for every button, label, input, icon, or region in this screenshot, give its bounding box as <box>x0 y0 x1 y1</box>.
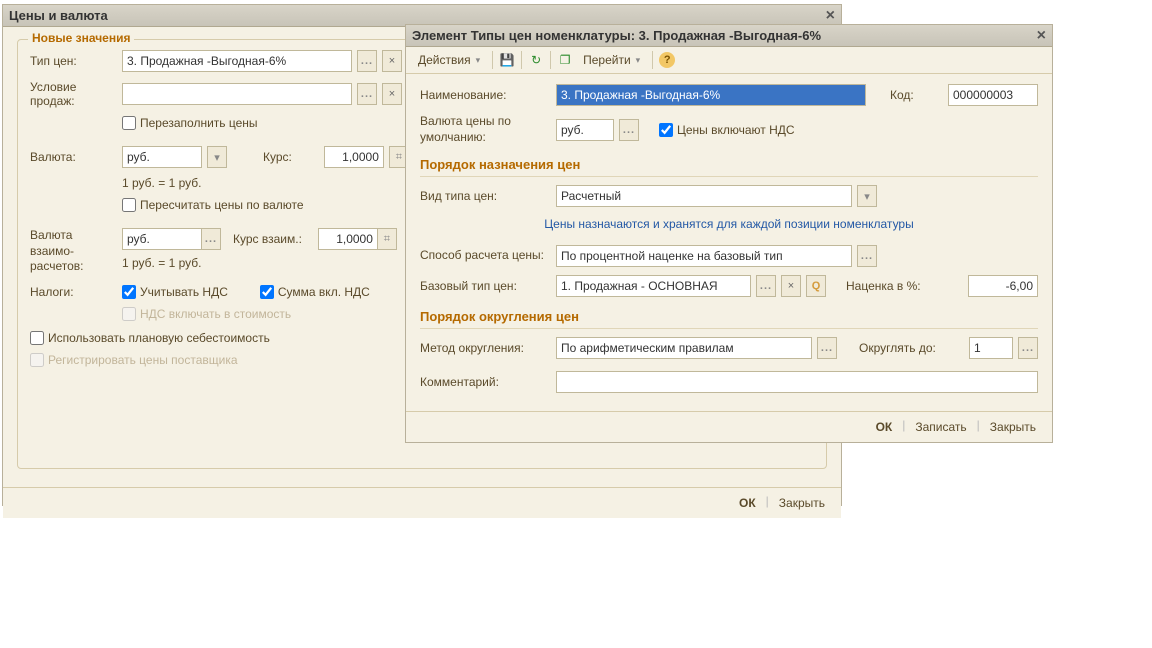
toolbar: Действия▾ 💾 ↻ ❐ Перейти▾ ? <box>406 47 1052 74</box>
rate-label: Курс: <box>263 150 292 164</box>
sale-cond-input[interactable] <box>122 83 352 105</box>
close-button[interactable]: Закрыть <box>773 494 831 512</box>
copy-icon[interactable]: ❐ <box>557 52 573 68</box>
price-type-titlebar: Элемент Типы цен номенклатуры: 3. Продаж… <box>406 25 1052 47</box>
calc-method-input[interactable] <box>556 245 852 267</box>
sum-incl-vat-checkbox[interactable]: Сумма вкл. НДС <box>260 285 370 299</box>
round-to-input[interactable] <box>969 337 1013 359</box>
markup-input[interactable] <box>968 275 1038 297</box>
calc-method-label: Способ расчета цены: <box>420 248 550 264</box>
code-label: Код: <box>890 88 914 102</box>
base-type-input[interactable] <box>556 275 751 297</box>
save-button[interactable]: Записать <box>909 418 972 436</box>
comment-input[interactable] <box>556 371 1038 393</box>
help-icon[interactable]: ? <box>659 52 675 68</box>
price-type-input[interactable] <box>122 50 352 72</box>
new-values-legend: Новые значения <box>28 31 134 45</box>
rate-input[interactable] <box>324 146 384 168</box>
settle-rate-input[interactable] <box>318 228 378 250</box>
currency-input[interactable] <box>122 146 202 168</box>
currency-dropdown-button[interactable] <box>207 146 227 168</box>
close-icon[interactable]: × <box>826 7 835 25</box>
rounding-header: Порядок округления цен <box>420 305 1038 329</box>
close-button[interactable]: Закрыть <box>984 418 1042 436</box>
prices-currency-title: Цены и валюта <box>9 8 108 23</box>
actions-menu[interactable]: Действия▾ <box>412 51 486 69</box>
price-kind-input[interactable] <box>556 185 852 207</box>
price-type-window-title: Элемент Типы цен номенклатуры: 3. Продаж… <box>412 28 821 43</box>
settle-currency-input[interactable] <box>122 228 202 250</box>
recalc-prices-checkbox[interactable]: Пересчитать цены по валюте <box>122 198 304 212</box>
settle-rate-label: Курс взаим.: <box>233 232 302 246</box>
settle-currency-label: Валюта взаимо-расчетов: <box>30 228 116 275</box>
ok-button[interactable]: ОК <box>733 494 762 512</box>
save-icon[interactable]: 💾 <box>499 52 515 68</box>
goto-menu[interactable]: Перейти▾ <box>577 51 646 69</box>
round-method-input[interactable] <box>556 337 812 359</box>
code-input[interactable] <box>948 84 1038 106</box>
ok-button[interactable]: ОК <box>870 418 899 436</box>
price-kind-label: Вид типа цен: <box>420 189 550 203</box>
default-currency-input[interactable] <box>556 119 614 141</box>
round-to-select-button[interactable] <box>1018 337 1038 359</box>
prices-include-vat-checkbox[interactable]: Цены включают НДС <box>659 123 795 137</box>
base-type-select-button[interactable] <box>756 275 776 297</box>
name-input[interactable] <box>556 84 866 106</box>
default-currency-label: Валюта цены по умолчанию: <box>420 114 550 145</box>
prices-currency-footer: ОК | Закрыть <box>3 487 841 518</box>
price-kind-dropdown-button[interactable] <box>857 185 877 207</box>
base-type-search-button[interactable]: Q <box>806 275 826 297</box>
register-supplier-checkbox: Регистрировать цены поставщика <box>30 353 238 367</box>
base-type-clear-button[interactable]: × <box>781 275 801 297</box>
rate-hint: 1 руб. = 1 руб. <box>122 176 201 190</box>
markup-label: Наценка в %: <box>846 279 921 293</box>
sale-cond-label: Условие продаж: <box>30 80 116 108</box>
settle-currency-select-button[interactable] <box>201 228 221 250</box>
settle-hint: 1 руб. = 1 руб. <box>122 256 201 270</box>
price-type-footer: ОК | Записать | Закрыть <box>406 411 1052 442</box>
price-type-select-button[interactable] <box>357 50 377 72</box>
pricing-hint: Цены назначаются и хранятся для каждой п… <box>544 217 913 231</box>
settle-rate-calc-button[interactable]: ⌗ <box>377 228 397 250</box>
round-to-label: Округлять до: <box>859 341 936 355</box>
sale-cond-select-button[interactable] <box>357 83 377 105</box>
taxes-label: Налоги: <box>30 285 116 299</box>
pricing-header: Порядок назначения цен <box>420 153 1038 177</box>
round-method-label: Метод округления: <box>420 341 550 355</box>
comment-label: Комментарий: <box>420 375 550 389</box>
price-type-clear-button[interactable]: × <box>382 50 402 72</box>
use-plan-cost-checkbox[interactable]: Использовать плановую себестоимость <box>30 331 270 345</box>
price-type-element-window: Элемент Типы цен номенклатуры: 3. Продаж… <box>405 24 1053 443</box>
name-label: Наименование: <box>420 88 550 102</box>
vat-checkbox[interactable]: Учитывать НДС <box>122 285 228 299</box>
sale-cond-clear-button[interactable]: × <box>382 83 402 105</box>
base-type-label: Базовый тип цен: <box>420 279 550 293</box>
calc-method-select-button[interactable] <box>857 245 877 267</box>
vat-in-cost-checkbox: НДС включать в стоимость <box>122 307 291 321</box>
refresh-icon[interactable]: ↻ <box>528 52 544 68</box>
currency-label: Валюта: <box>30 150 116 164</box>
close-icon[interactable]: × <box>1037 27 1046 45</box>
round-method-select-button[interactable] <box>817 337 837 359</box>
price-type-label: Тип цен: <box>30 54 116 68</box>
refill-prices-checkbox[interactable]: Перезаполнить цены <box>122 116 258 130</box>
default-currency-select-button[interactable] <box>619 119 639 141</box>
